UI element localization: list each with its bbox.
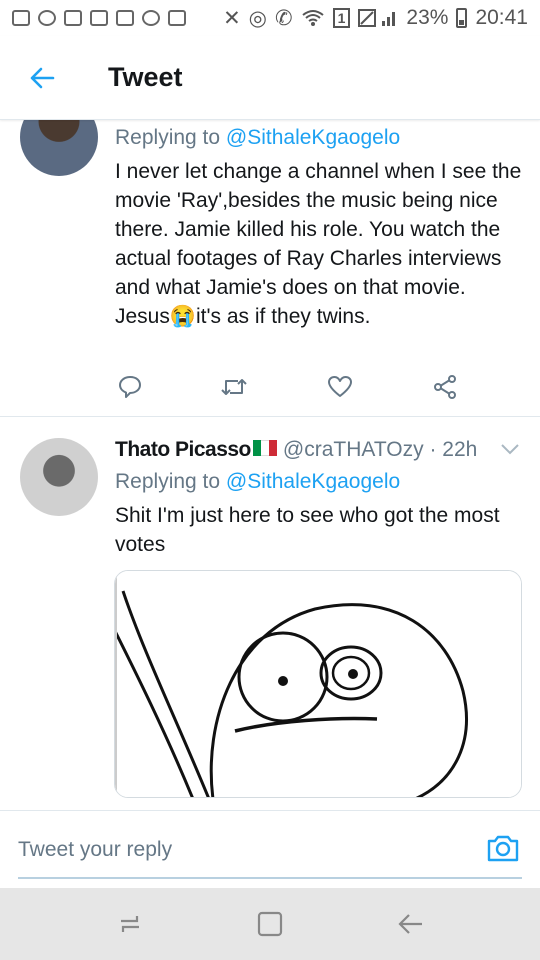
clock: 20:41 [475, 6, 528, 29]
reply-bar [0, 810, 540, 888]
replying-handle-link[interactable]: @SithaleKgaogelo [226, 126, 400, 149]
system-status: ✕ ◎ ✆ 1 23% 20:41 [223, 6, 528, 31]
camera-button[interactable] [486, 833, 520, 868]
author-handle[interactable]: @craTHATOzy [283, 438, 424, 462]
recents-icon [121, 916, 139, 932]
tweet-image[interactable] [114, 570, 522, 798]
reply-button[interactable] [115, 372, 145, 402]
back-nav-icon [398, 914, 422, 934]
like-icon [328, 376, 352, 397]
system-navigation-bar [0, 888, 540, 960]
replying-to: Replying to @SithaleKgaogelo [115, 126, 400, 150]
avatar[interactable] [20, 120, 98, 176]
wifi-icon [301, 10, 324, 26]
notification-icons [12, 10, 186, 26]
recents-button[interactable] [110, 904, 150, 944]
tweet-text: I never let change a channel when I see … [115, 157, 525, 331]
gmail-icon [64, 10, 82, 26]
tweet-text-part: I never let change a channel when I see … [115, 160, 522, 328]
like-button[interactable] [325, 372, 355, 402]
italy-flag-emoji [252, 440, 277, 456]
tweet-header: Thato Picasso @craTHATOzy · 22h [115, 438, 477, 462]
gmail-icon [90, 10, 108, 26]
sim-badge: 1 [332, 8, 351, 28]
reply-icon [119, 376, 141, 398]
author-name[interactable]: Thato Picasso [115, 438, 251, 462]
back-button[interactable] [0, 36, 84, 120]
camera-icon [487, 835, 519, 862]
camera-status-icon [142, 10, 160, 26]
replying-prefix: Replying to [115, 470, 226, 493]
tweet-thread[interactable]: Replying to @SithaleKgaogelo I never let… [0, 120, 540, 810]
separator-dot: · [423, 438, 443, 461]
crying-emoji: 😭 [169, 305, 197, 328]
avatar[interactable] [20, 438, 98, 516]
gallery-icon [116, 10, 134, 26]
retweet-button[interactable] [219, 372, 249, 402]
battery-icon [456, 8, 468, 28]
storage-icon [168, 10, 186, 26]
home-icon [257, 911, 283, 937]
replying-prefix: Replying to [115, 126, 226, 149]
tweet-text: Shit I'm just here to see who got the mo… [115, 504, 500, 556]
tweet-actions [115, 372, 475, 408]
back-nav-button[interactable] [390, 904, 430, 944]
share-icon [434, 375, 456, 399]
status-bar: ✕ ◎ ✆ 1 23% 20:41 [0, 0, 540, 36]
call-icon: ✆ [275, 6, 293, 30]
replying-to: Replying to @SithaleKgaogelo [115, 470, 400, 494]
retweet-icon [221, 379, 247, 395]
page-title: Tweet [108, 62, 183, 92]
battery-percent: 23% [406, 6, 449, 29]
share-button[interactable] [430, 372, 460, 402]
back-arrow-icon [30, 67, 55, 88]
chevron-down-icon [501, 444, 519, 455]
reply-input[interactable] [18, 831, 522, 879]
tweet-text-part: it's as if they twins. [196, 305, 371, 328]
message-icon [12, 10, 30, 26]
mute-icon: ✕ [223, 6, 241, 30]
whatsapp-icon [38, 10, 56, 26]
replying-handle-link[interactable]: @SithaleKgaogelo [226, 470, 400, 493]
meme-face-image [115, 571, 521, 797]
alarm-icon: ◎ [248, 6, 267, 30]
app-header: Tweet [0, 36, 540, 120]
divider [0, 416, 540, 417]
tweet-menu-button[interactable] [500, 442, 520, 461]
signal-icon [358, 9, 396, 27]
home-button[interactable] [250, 904, 290, 944]
tweet-time: 22h [442, 438, 478, 461]
